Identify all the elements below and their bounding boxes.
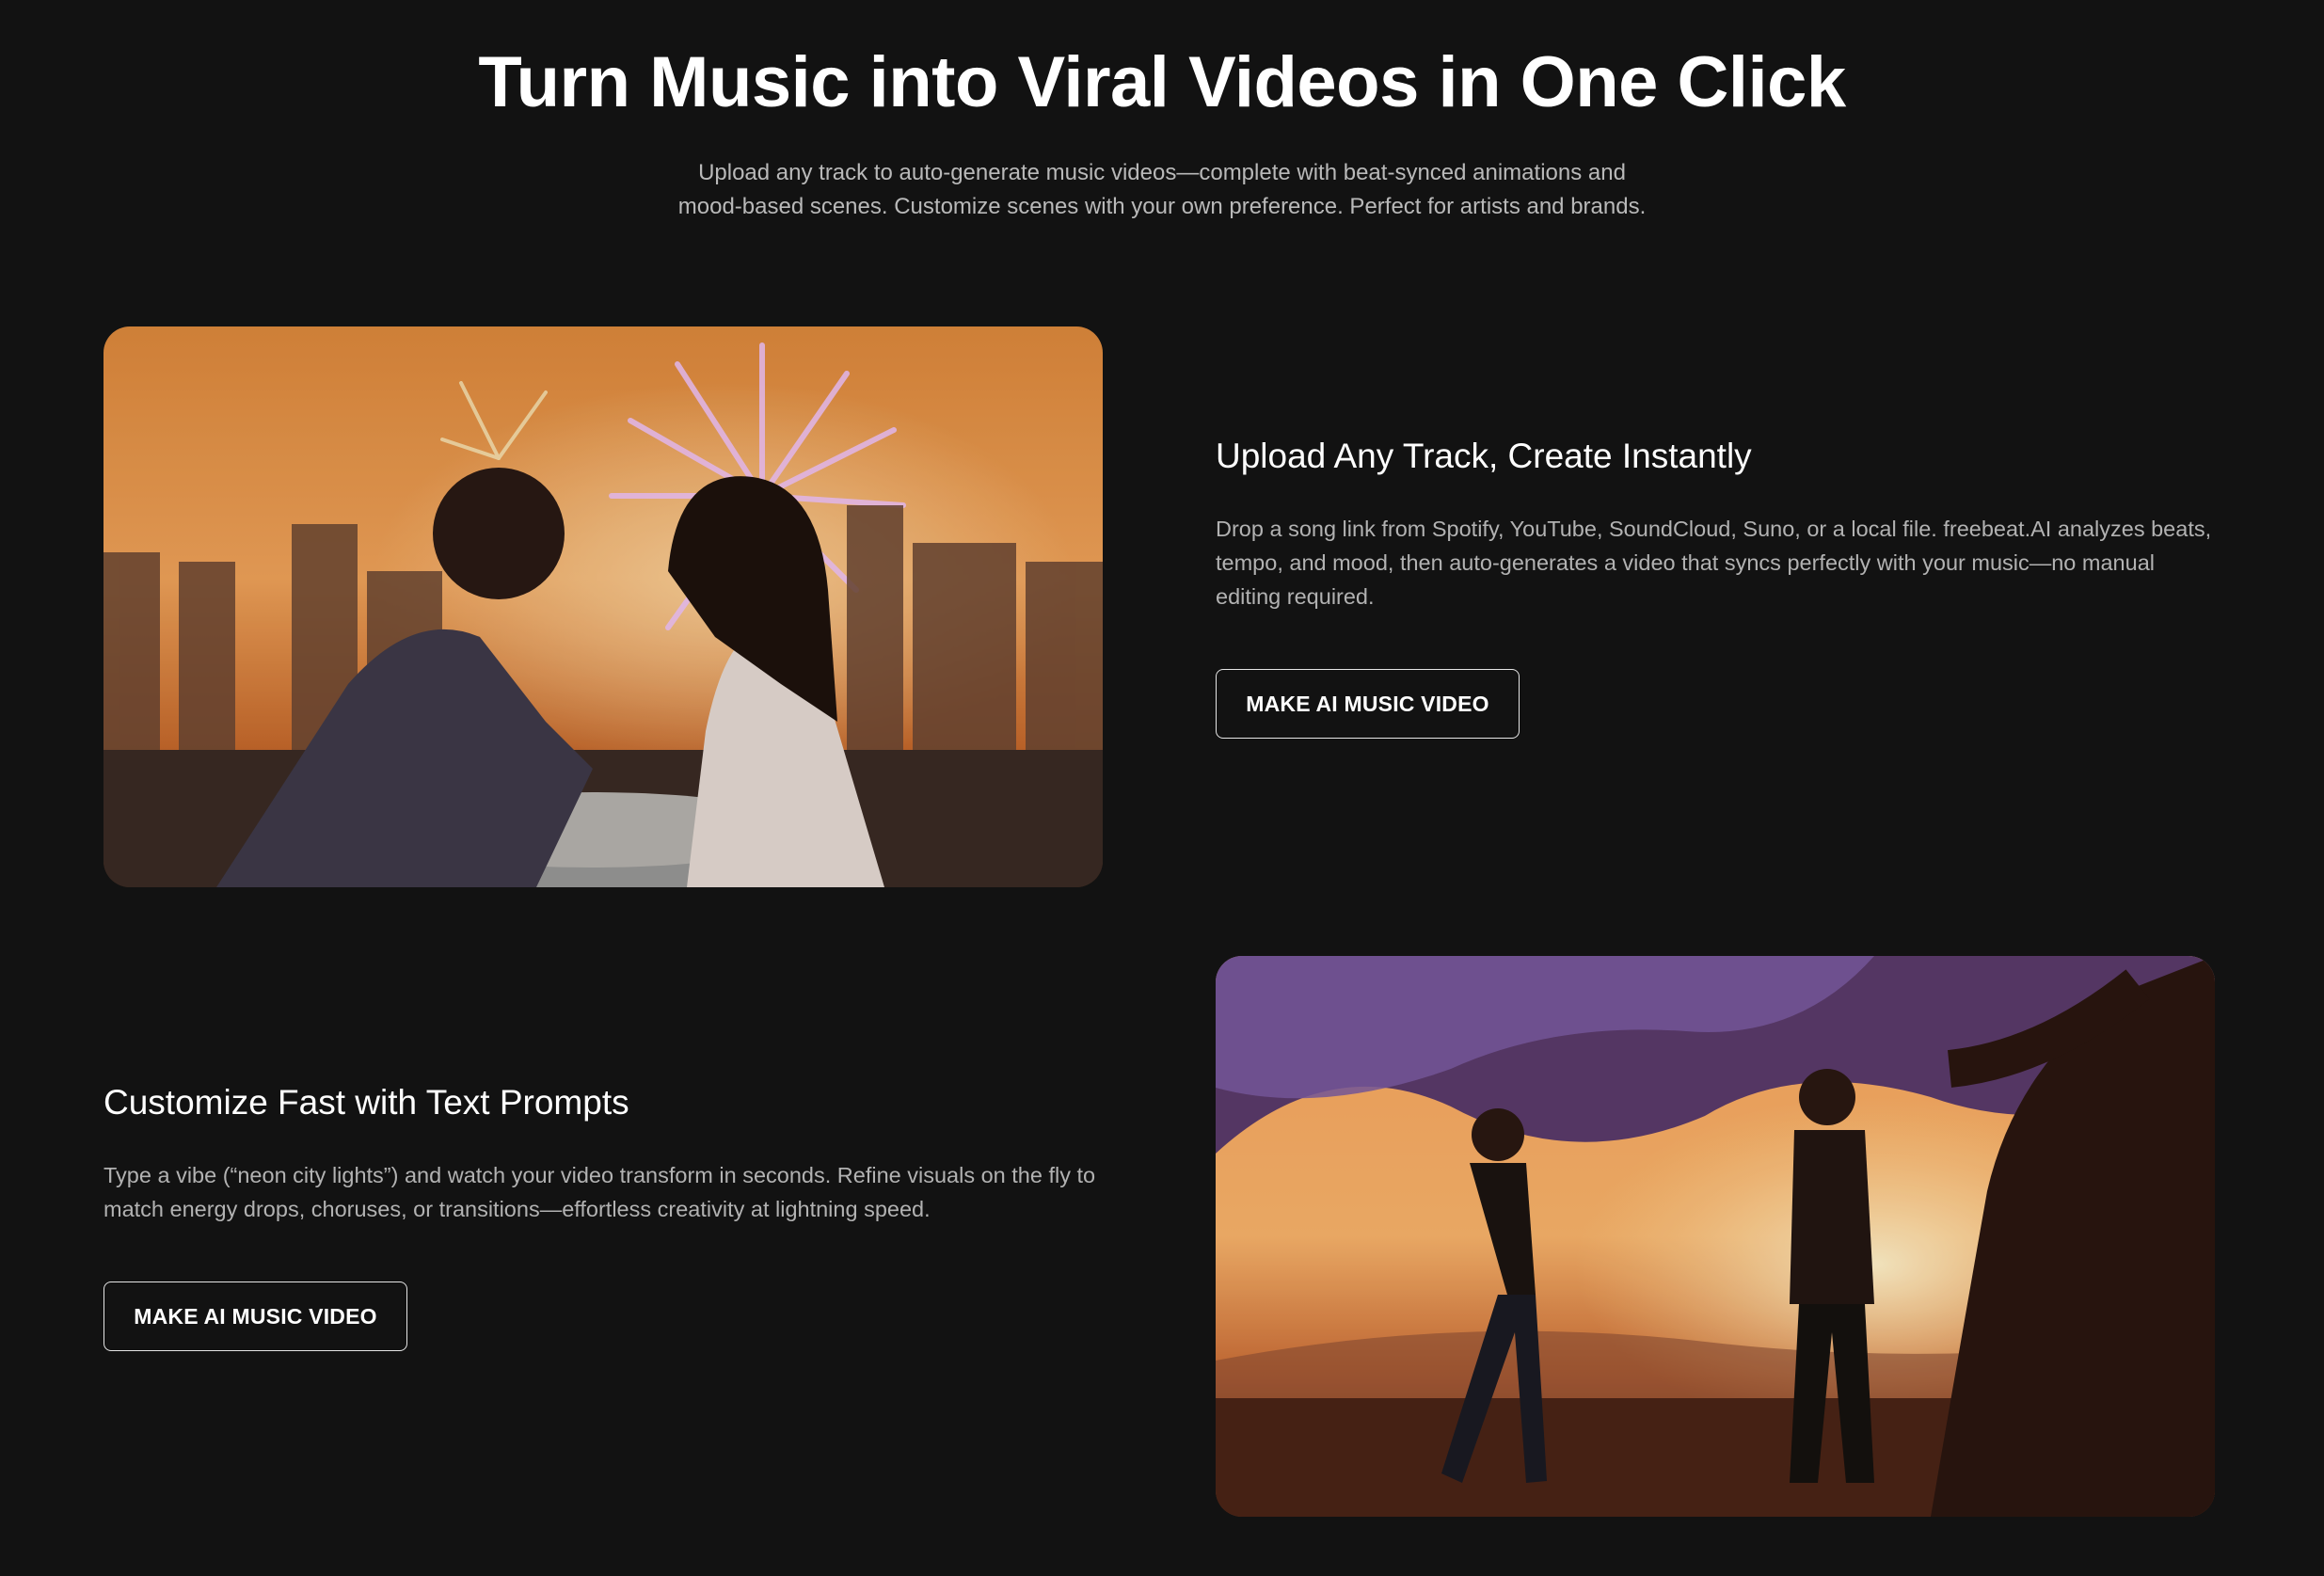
feature-image-rooftop-couple	[103, 326, 1103, 887]
feature-description: Type a vibe (“neon city lights”) and wat…	[103, 1163, 1096, 1221]
feature-image-tree-couple	[1216, 956, 2215, 1517]
feature-title: Customize Fast with Text Prompts	[103, 1083, 629, 1122]
feature-title: Upload Any Track, Create Instantly	[1216, 437, 1752, 475]
page-title: Turn Music into Viral Videos in One Clic…	[478, 42, 1846, 122]
make-ai-music-video-button[interactable]: MAKE AI MUSIC VIDEO	[1216, 669, 1520, 739]
page-subtitle: Upload any track to auto-generate music …	[677, 160, 1647, 219]
make-ai-music-video-button[interactable]: MAKE AI MUSIC VIDEO	[103, 1281, 407, 1351]
feature-description: Drop a song link from Spotify, YouTube, …	[1216, 517, 2212, 609]
